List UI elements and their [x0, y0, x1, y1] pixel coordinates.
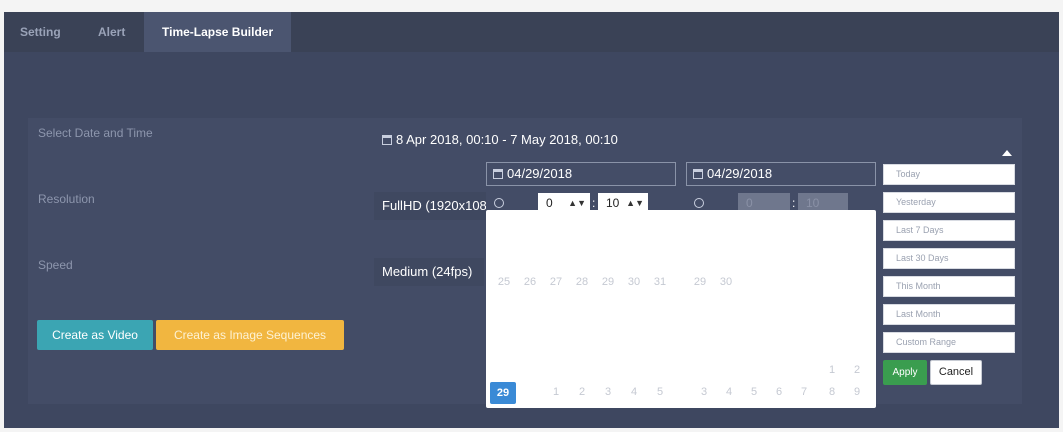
- calendar-day[interactable]: 29: [599, 276, 617, 288]
- range-yesterday[interactable]: Yesterday: [883, 192, 1015, 213]
- calendar-day[interactable]: 1: [823, 364, 841, 376]
- resolution-label: Resolution: [38, 192, 95, 206]
- time-separator: :: [592, 196, 596, 210]
- calendar-day[interactable]: 8: [823, 386, 841, 398]
- calendar-day[interactable]: 27: [547, 276, 565, 288]
- calendar-day[interactable]: 25: [495, 276, 513, 288]
- calendar-day[interactable]: 30: [717, 276, 735, 288]
- calendar-day[interactable]: 6: [770, 386, 788, 398]
- calendar-day[interactable]: 26: [521, 276, 539, 288]
- date-range-value: 8 Apr 2018, 00:10 - 7 May 2018, 00:10: [396, 132, 618, 147]
- tab-time-lapse-builder[interactable]: Time-Lapse Builder: [144, 12, 292, 52]
- calendar-icon: [693, 169, 703, 179]
- date-label: Select Date and Time: [38, 126, 153, 140]
- speed-select[interactable]: Medium (24fps): [374, 258, 484, 286]
- range-today[interactable]: Today: [883, 164, 1015, 185]
- caret-up-icon: [1002, 150, 1012, 156]
- end-hour-value: 0: [746, 196, 753, 210]
- calendar-day[interactable]: 4: [720, 386, 738, 398]
- calendar-day[interactable]: 3: [599, 386, 617, 398]
- apply-button[interactable]: Apply: [883, 360, 927, 385]
- tab-bar: Setting Alert Time-Lapse Builder: [4, 12, 1059, 52]
- calendar-day[interactable]: 2: [848, 364, 866, 376]
- calendar-day[interactable]: 4: [625, 386, 643, 398]
- create-video-button[interactable]: Create as Video: [37, 320, 153, 350]
- calendar-day[interactable]: 30: [625, 276, 643, 288]
- calendar-day[interactable]: 2: [573, 386, 591, 398]
- clock-icon: [494, 198, 504, 208]
- range-custom-range[interactable]: Custom Range: [883, 332, 1015, 353]
- calendar-icon: [382, 135, 392, 145]
- range-this-month[interactable]: This Month: [883, 276, 1015, 297]
- tab-setting[interactable]: Setting: [20, 12, 61, 52]
- range-last-30-days[interactable]: Last 30 Days: [883, 248, 1015, 269]
- calendar-day[interactable]: 1: [547, 386, 565, 398]
- date-range-field[interactable]: 8 Apr 2018, 00:10 - 7 May 2018, 00:10: [374, 126, 1022, 154]
- calendar-icon: [493, 169, 503, 179]
- calendar-day[interactable]: 31: [651, 276, 669, 288]
- cancel-button[interactable]: Cancel: [930, 360, 982, 385]
- calendar-panel: 25 26 27 28 29 30 31 29 30 1 2 29 1 2 3 …: [486, 210, 876, 408]
- calendar-day[interactable]: 7: [795, 386, 813, 398]
- time-separator: :: [792, 196, 796, 210]
- calendar-day[interactable]: 28: [573, 276, 591, 288]
- start-hour-value: 0: [546, 196, 553, 210]
- range-last-month[interactable]: Last Month: [883, 304, 1015, 325]
- start-minute-value: 10: [606, 196, 620, 210]
- clock-icon: [694, 198, 704, 208]
- speed-label: Speed: [38, 258, 73, 272]
- end-date-value: 04/29/2018: [707, 166, 773, 181]
- calendar-day[interactable]: 9: [848, 386, 866, 398]
- calendar-day[interactable]: 29: [691, 276, 709, 288]
- calendar-day[interactable]: 5: [745, 386, 763, 398]
- calendar-day[interactable]: 3: [695, 386, 713, 398]
- tab-alert[interactable]: Alert: [98, 12, 125, 52]
- end-date-input[interactable]: 04/29/2018: [686, 162, 876, 186]
- end-minute-value: 10: [806, 196, 820, 210]
- start-date-input[interactable]: 04/29/2018: [486, 162, 676, 186]
- start-date-value: 04/29/2018: [507, 166, 573, 181]
- resolution-select[interactable]: FullHD (1920x1080: [374, 192, 486, 220]
- calendar-day[interactable]: 5: [651, 386, 669, 398]
- calendar-day-selected[interactable]: 29: [490, 382, 516, 404]
- create-image-sequences-button[interactable]: Create as Image Sequences: [156, 320, 344, 350]
- range-last-7-days[interactable]: Last 7 Days: [883, 220, 1015, 241]
